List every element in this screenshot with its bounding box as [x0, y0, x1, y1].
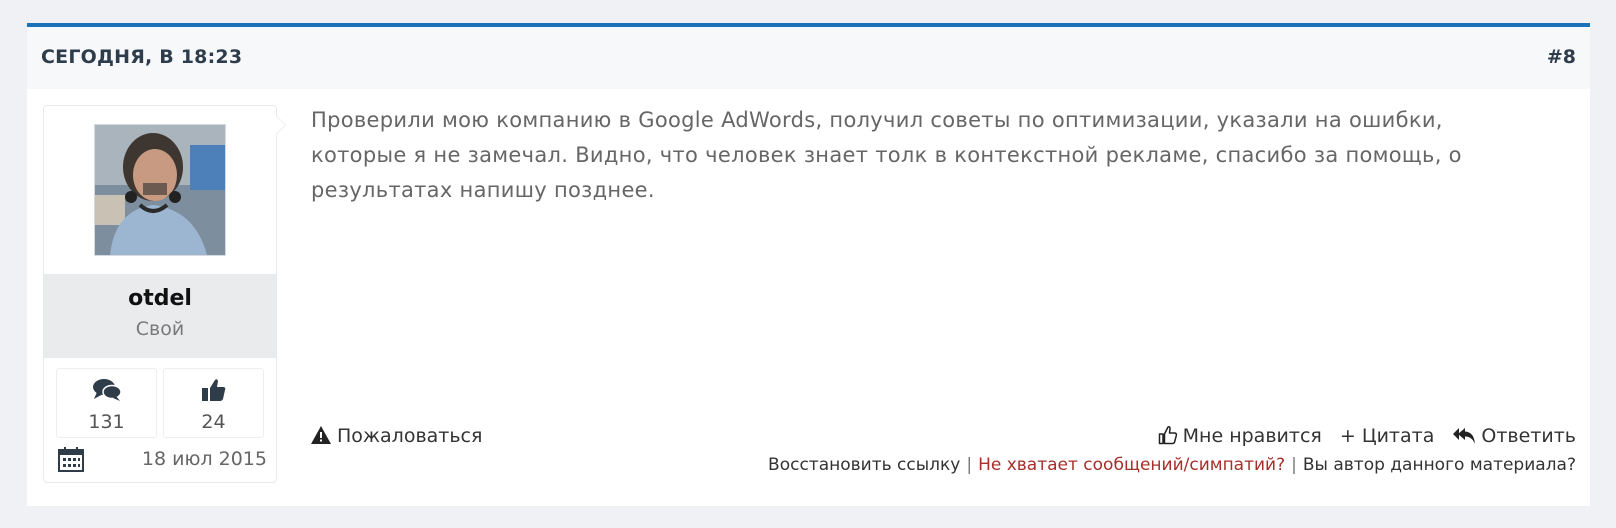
post-date: СЕГОДНЯ, В 18:23 [41, 46, 243, 68]
reply-all-icon [1453, 428, 1476, 444]
user-title: Свой [135, 318, 185, 340]
quote-button[interactable]: + Цитата [1340, 425, 1434, 447]
comments-icon [57, 377, 156, 405]
author-link[interactable]: Вы автор данного материала? [1303, 455, 1576, 475]
restore-link[interactable]: Восстановить ссылку [768, 455, 960, 475]
user-card: otdel Свой 131 24 18 июл 2015 [43, 105, 277, 483]
likes-stat: 24 [163, 368, 264, 438]
reply-button[interactable]: Ответить [1452, 425, 1576, 447]
username-link[interactable]: otdel [44, 286, 276, 311]
like-label: Мне нравится [1182, 425, 1322, 447]
posts-count: 131 [88, 411, 125, 433]
link-separator: | [966, 455, 973, 475]
post-actions: Мне нравится + Цитата Ответить [1146, 425, 1576, 447]
report-link[interactable]: Пожаловаться [311, 425, 482, 447]
user-name-block: otdel Свой [44, 274, 276, 358]
link-separator: | [1291, 455, 1297, 475]
post-number-link[interactable]: #8 [1547, 46, 1576, 68]
calendar-icon [58, 446, 84, 472]
warning-icon [311, 426, 331, 444]
avatar[interactable] [94, 124, 226, 256]
posts-stat: 131 [56, 368, 157, 438]
post-message: Проверили мою компанию в Google AdWords,… [311, 108, 1462, 202]
like-button[interactable]: Мне нравится [1158, 425, 1328, 447]
post-footer-links: Восстановить ссылку | Не хватает сообщений… [768, 455, 1576, 475]
report-label: Пожаловаться [337, 425, 483, 447]
joined-date: 18 июл 2015 [141, 448, 267, 470]
reply-label: Ответить [1481, 425, 1576, 447]
not-enough-link[interactable]: Не хватает сообщений/симпатий? [978, 455, 1285, 475]
thumbs-up-icon [164, 377, 263, 405]
post-container: СЕГОДНЯ, В 18:23 #8 otdel Свой 131 24 18… [27, 23, 1590, 506]
likes-count: 24 [201, 411, 226, 433]
post-header: СЕГОДНЯ, В 18:23 #8 [27, 27, 1590, 89]
like-outline-icon [1158, 425, 1177, 445]
